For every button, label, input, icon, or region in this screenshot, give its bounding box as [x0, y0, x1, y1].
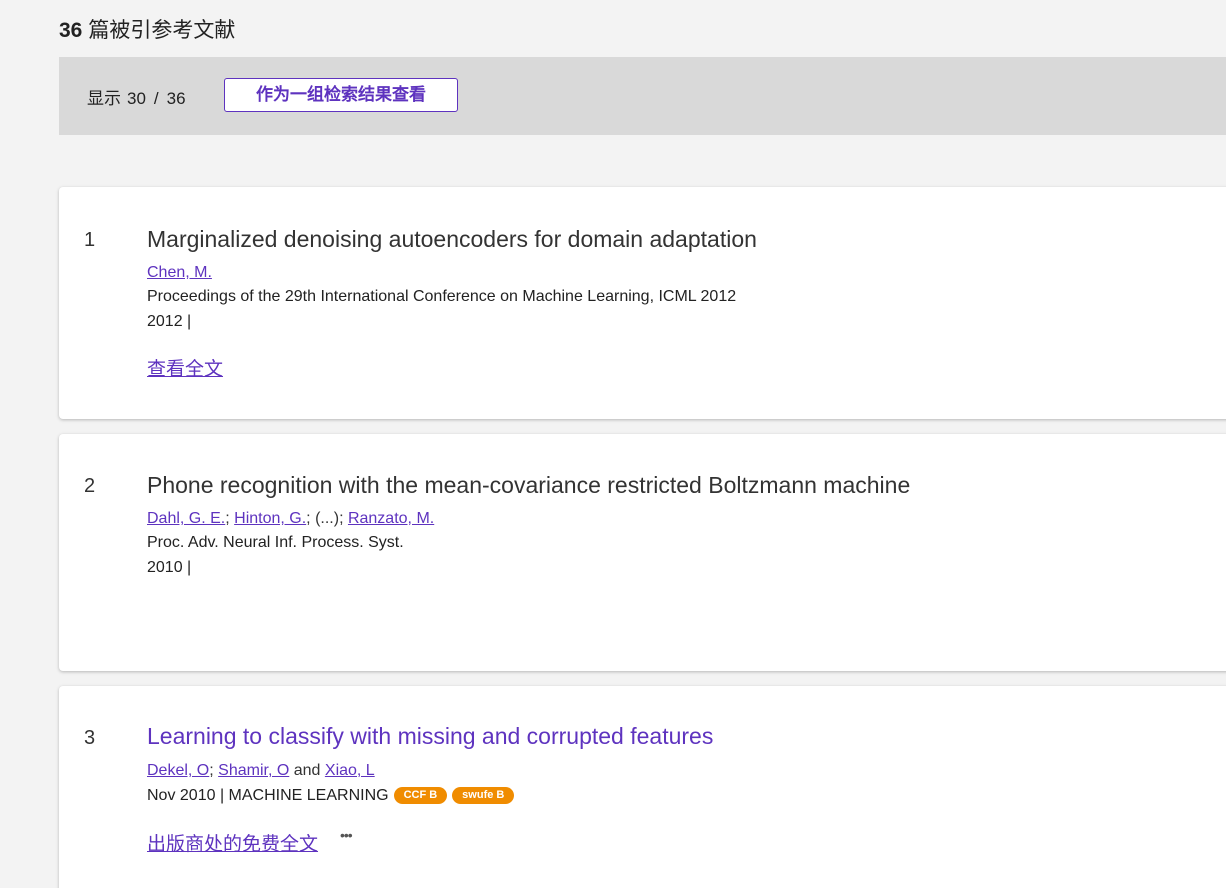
more-options-icon[interactable]: ••• [340, 827, 353, 843]
reference-card: 2 Phone recognition with the mean-covari… [59, 434, 1226, 671]
author-link[interactable]: Dekel, O [147, 762, 209, 779]
page-title-text: 篇被引参考文献 [88, 19, 236, 42]
view-full-text-link[interactable]: 查看全文 [147, 359, 223, 380]
reference-count: 36 [59, 19, 83, 42]
view-as-search-results-button[interactable]: 作为一组检索结果查看 [224, 78, 458, 112]
author-link[interactable]: Dahl, G. E. [147, 510, 225, 527]
authors-ellipsis: (...) [315, 510, 340, 527]
record-title: Phone recognition with the mean-covarian… [147, 472, 911, 498]
date-source-text: Nov 2010 | MACHINE LEARNING [147, 787, 389, 804]
total-count: 36 [166, 89, 186, 108]
count-separator: / [153, 89, 159, 108]
reference-card: 3 Learning to classify with missing and … [59, 686, 1226, 888]
free-full-text-link[interactable]: 出版商处的免费全文 [147, 834, 318, 855]
author-link[interactable]: Shamir, O [218, 762, 289, 779]
swufe-badge: swufe B [452, 787, 515, 804]
cited-references-page: 36 篇被引参考文献 显示 30/36 作为一组检索结果查看 1 Marginali… [0, 0, 1226, 888]
shown-count: 30 [127, 89, 146, 108]
full-text-link-wrapper: 查看全文 [147, 354, 223, 381]
reference-card: 1 Marginalized denoising autoencoders fo… [59, 187, 1226, 419]
record-authors: Dahl, G. E.; Hinton, G.; (...); Ranzato,… [147, 510, 435, 527]
record-title: Marginalized denoising autoencoders for … [147, 226, 757, 252]
record-authors: Chen, M. [147, 264, 212, 282]
ccf-badge: CCF B [393, 787, 448, 804]
free-full-text-link-wrapper: 出版商处的免费全文 [147, 829, 318, 856]
author-link[interactable]: Hinton, G. [234, 510, 306, 527]
author-link[interactable]: Ranzato, M. [348, 510, 434, 527]
record-year: 2012 | [147, 313, 192, 330]
author-link[interactable]: Chen, M. [147, 264, 212, 281]
record-index: 3 [84, 727, 96, 749]
record-year: 2010 | [147, 559, 192, 576]
author-link[interactable]: Xiao, L [325, 762, 375, 779]
record-source: Proc. Adv. Neural Inf. Process. Syst. [147, 534, 404, 551]
record-title-link[interactable]: Learning to classify with missing and co… [147, 723, 713, 750]
record-source: Proceedings of the 29th International Co… [147, 288, 737, 305]
showing-label: 显示 [87, 89, 121, 108]
authors-joiner: and [293, 762, 321, 779]
results-toolbar: 显示 30 / 36 作为一组检索结果查看 [59, 57, 1226, 135]
record-index: 2 [84, 475, 96, 497]
record-authors: Dekel, O; Shamir, O and Xiao, L [147, 762, 375, 779]
record-index: 1 [84, 229, 96, 251]
page-title: 36 篇被引参考文献 [59, 14, 235, 44]
showing-summary: 显示 30 / 36 [87, 84, 186, 109]
record-date-source: Nov 2010 | MACHINE LEARNING CCF Bswufe B [147, 787, 515, 805]
